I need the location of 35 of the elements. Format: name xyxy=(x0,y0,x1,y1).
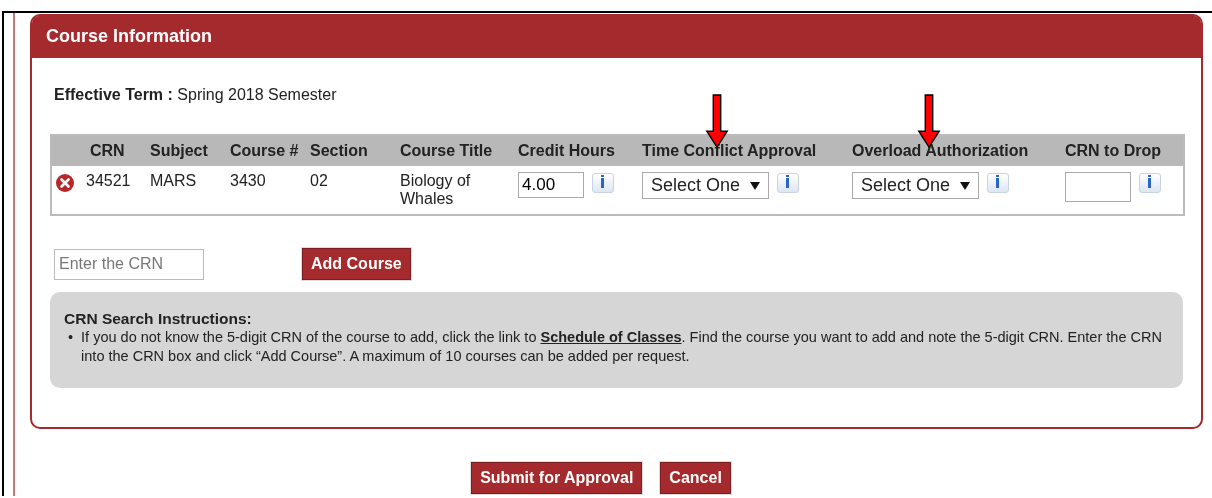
instructions-title: CRN Search Instructions: xyxy=(64,310,253,328)
column-header: CRN to Drop xyxy=(1061,135,1184,166)
table-cell: 02 xyxy=(306,166,396,215)
select-dropdown[interactable]: Select One xyxy=(642,172,770,199)
column-header: CRN xyxy=(86,135,146,166)
panel-title: Course Information xyxy=(32,16,1201,58)
table-cell: MARS xyxy=(146,166,226,215)
effective-term: Effective Term : Spring 2018 Semester xyxy=(54,86,338,105)
info-icon[interactable] xyxy=(1139,173,1161,193)
bullet: • xyxy=(68,328,74,347)
select-dropdown[interactable]: Select One xyxy=(852,172,980,199)
table-cell: Biology of Whales xyxy=(396,166,514,215)
table-cell: 34521 xyxy=(86,166,146,215)
column-header: Course Title xyxy=(396,135,514,166)
caret-icon[interactable] xyxy=(750,181,761,190)
info-icon[interactable] xyxy=(777,173,800,193)
column-header: Subject xyxy=(146,135,226,166)
column-header: Credit Hours xyxy=(514,135,638,166)
crn-to-drop-field[interactable] xyxy=(1065,172,1131,202)
column-header: Section xyxy=(306,135,396,166)
instruction-text: If you do not know the 5-digit CRN of the course to add, click the link to Schedule of Classes. Find the course you want to add and note the 5-digit CRN. Enter the CRN into the CRN box and click “Add Course”. A maximum of 10 courses can be added per request. xyxy=(81,328,1163,366)
add-course-button[interactable]: Add Course xyxy=(302,248,411,280)
submit-button[interactable]: Submit for Approval xyxy=(471,462,643,494)
column-header: Overload Authorization xyxy=(848,135,1061,166)
crn-input-field[interactable]: Enter the CRN xyxy=(54,248,204,280)
info-icon[interactable] xyxy=(592,173,614,193)
info-icon[interactable] xyxy=(987,173,1010,193)
credit-hours-field[interactable]: 4.00 xyxy=(518,172,584,198)
remove-icon[interactable] xyxy=(56,174,74,192)
caret-icon[interactable] xyxy=(960,181,971,190)
column-header: Course # xyxy=(226,135,306,166)
schedule-link[interactable]: Schedule of Classes xyxy=(540,329,682,345)
cancel-button[interactable]: Cancel xyxy=(660,462,731,494)
table-cell: 3430 xyxy=(226,166,306,215)
column-header: Time Conflict Approval xyxy=(638,135,848,166)
